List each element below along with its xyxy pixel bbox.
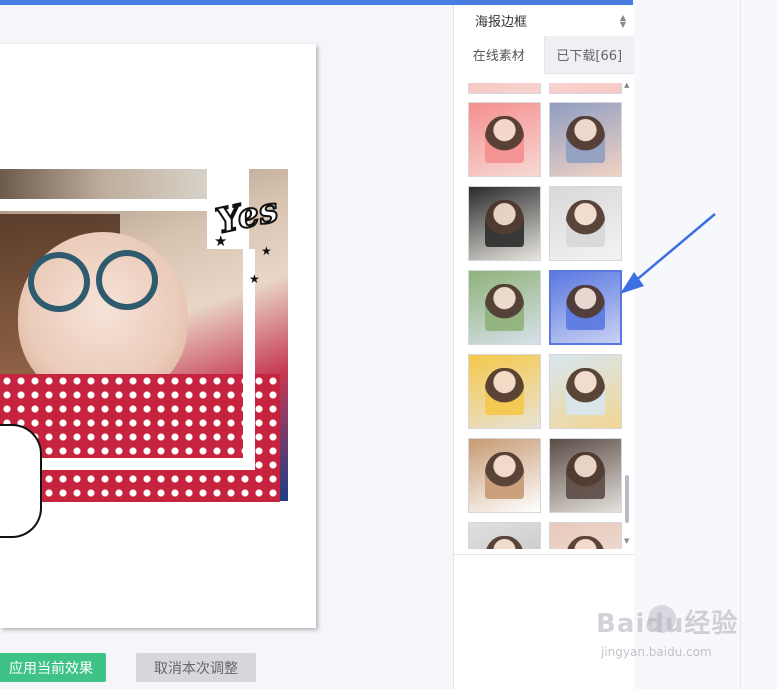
thumbnail-partial-bottom-left[interactable] — [468, 522, 541, 549]
star-icon: ★ — [249, 272, 260, 286]
right-divider — [740, 0, 741, 689]
tab-online-materials[interactable]: 在线素材 — [454, 36, 544, 74]
baidu-watermark: Baidu经验 — [596, 609, 739, 639]
hand-doodle — [0, 424, 42, 538]
thumbnail-photo — [484, 116, 525, 163]
thumbnail-pink-double-photo[interactable] — [468, 102, 541, 177]
polka-dot-shirt — [0, 374, 280, 502]
thumbnail-photo — [484, 452, 525, 499]
thumbnail-photo — [565, 368, 606, 415]
thumbnail-photo — [484, 368, 525, 415]
thumbnail-grid — [468, 83, 624, 549]
panel-divider — [454, 554, 634, 555]
thumbnail-photo — [566, 284, 605, 331]
thumbnail-field-poster[interactable] — [468, 270, 541, 345]
photo-top-band — [0, 169, 208, 201]
thumbnail-photo — [565, 200, 606, 247]
thumbnail-heart-hat-girl[interactable] — [468, 438, 541, 513]
thumbnail-yellow-dress-room[interactable] — [549, 354, 622, 429]
tab-downloaded[interactable]: 已下载[66] — [543, 36, 634, 74]
apply-effect-button[interactable]: 应用当前效果 — [0, 653, 106, 682]
star-icon: ★ — [214, 232, 228, 250]
thumbnail-photo — [484, 200, 525, 247]
thumbnail-photo — [484, 536, 525, 549]
poster-canvas[interactable]: Yes ★ ★ ★ — [0, 44, 316, 628]
category-dropdown[interactable]: 海报边框 ▲ ▼ — [454, 5, 634, 37]
frame-bar-top — [0, 199, 207, 211]
category-dropdown-label: 海报边框 — [475, 15, 528, 30]
glasses-left-lens — [28, 252, 90, 312]
baidu-watermark-url: jingyan.baidu.com — [601, 645, 712, 659]
pointer-arrow-icon — [620, 213, 716, 294]
thumbnail-photo — [565, 116, 606, 163]
thumbnail-scalloped-hat-girl[interactable] — [549, 102, 622, 177]
scroll-up-icon[interactable]: ▲ — [624, 81, 629, 89]
thumbnail-curly-hair-poster[interactable] — [468, 186, 541, 261]
material-panel: 海报边框 ▲ ▼ 在线素材 已下载[66] ▲ ▼ — [453, 5, 634, 689]
thumbnail-photo — [565, 536, 606, 549]
material-tabs: 在线素材 已下载[66] — [454, 36, 634, 74]
scrollbar-thumb[interactable] — [625, 475, 629, 523]
star-icon: ★ — [261, 244, 272, 258]
thumbnail-photo — [565, 452, 606, 499]
glasses-right-lens — [96, 250, 158, 310]
thumbnail-dreams-collage[interactable] — [468, 354, 541, 429]
scroll-down-icon[interactable]: ▼ — [624, 537, 629, 545]
thumbnail-film-strip-dog[interactable] — [549, 438, 622, 513]
thumbnail-partial-bottom-right[interactable] — [549, 522, 622, 549]
thumbnail-pink-strip-left[interactable] — [468, 83, 541, 94]
cancel-adjustment-button[interactable]: 取消本次调整 — [136, 653, 256, 682]
frame-bar-bottom — [34, 458, 255, 470]
thumbnail-pink-strip-right[interactable] — [549, 83, 622, 94]
right-gutter — [633, 0, 777, 689]
sort-arrows-icon: ▲ ▼ — [619, 13, 626, 29]
thumbnail-photo — [484, 284, 525, 331]
